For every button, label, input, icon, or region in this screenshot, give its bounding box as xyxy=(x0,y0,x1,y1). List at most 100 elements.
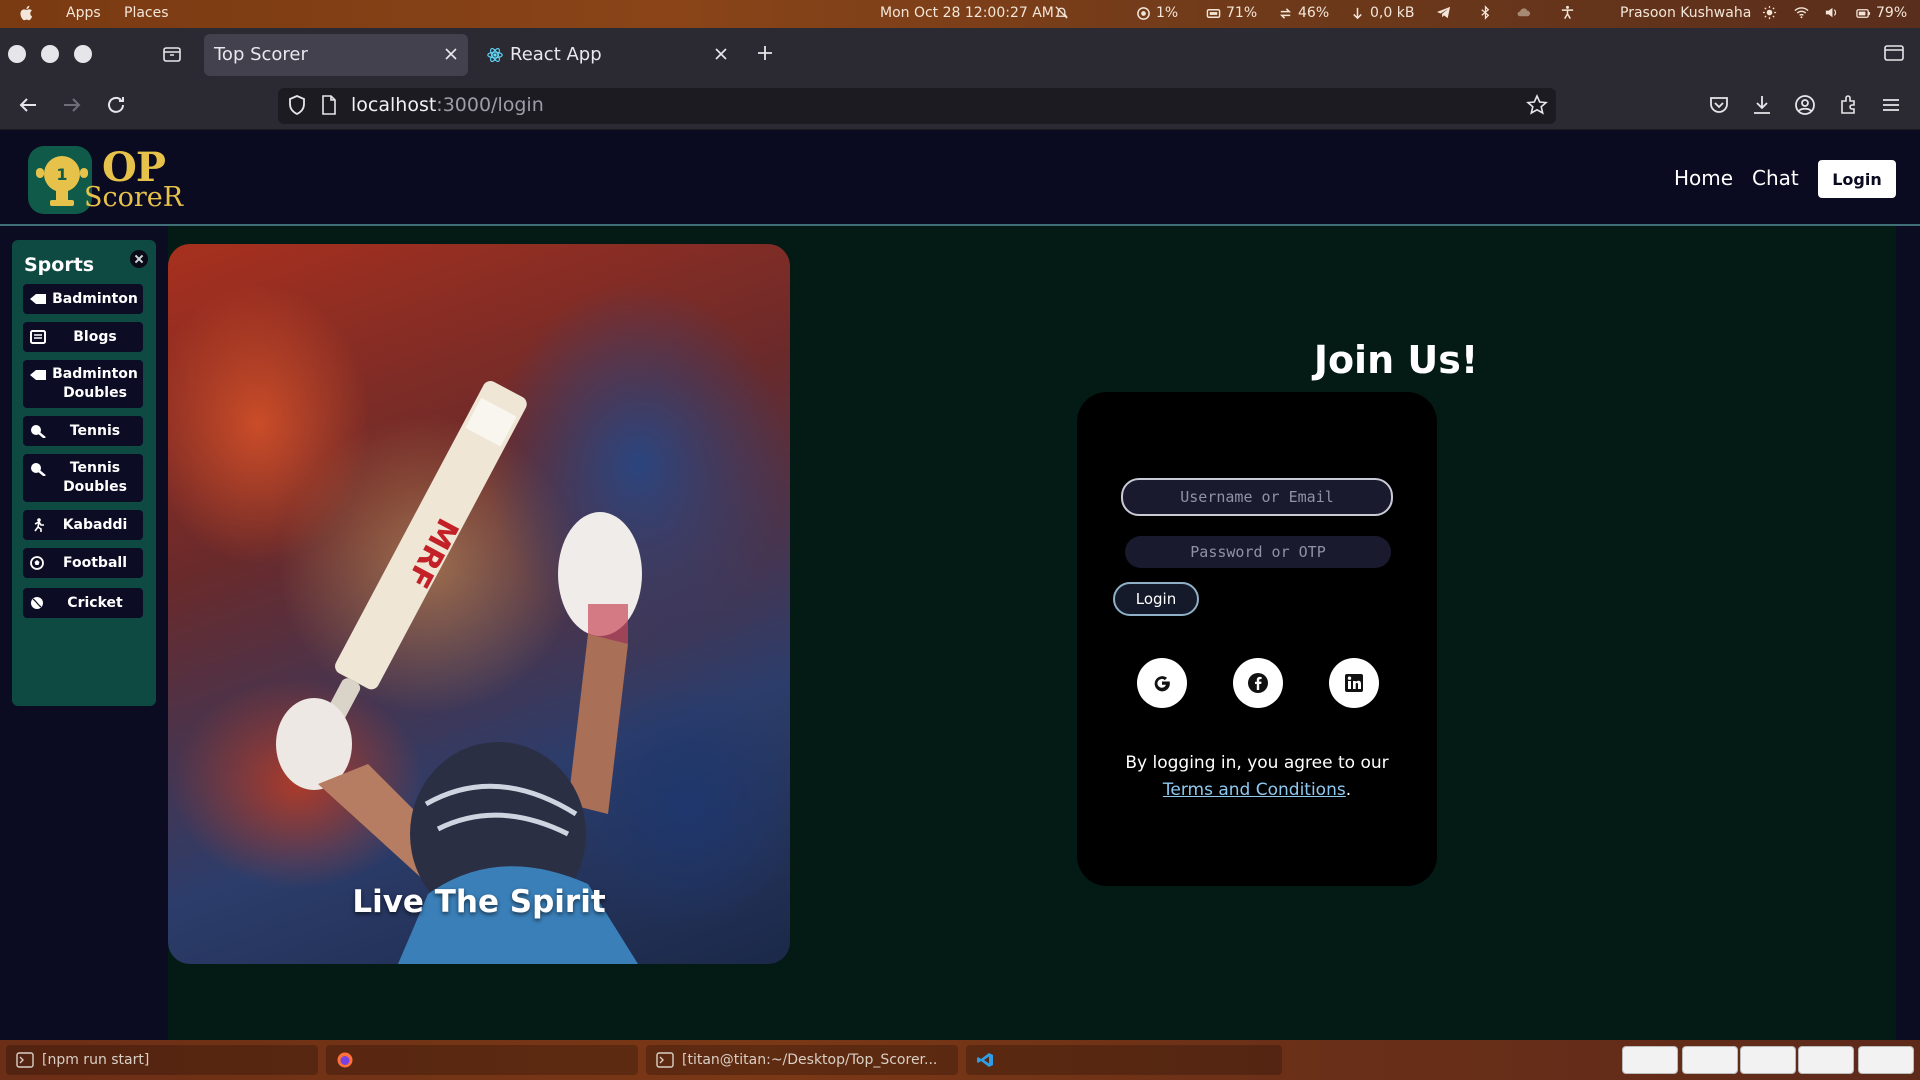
tab-top-scorer[interactable]: Top Scorer xyxy=(204,34,468,76)
google-login-button[interactable] xyxy=(1137,658,1187,708)
window-close-button[interactable] xyxy=(8,45,26,63)
apple-icon[interactable] xyxy=(18,4,36,22)
battery-indicator[interactable]: 79% xyxy=(1856,5,1907,21)
sidebar-title: Sports xyxy=(24,254,95,276)
new-tab-plus-icon[interactable] xyxy=(756,44,774,62)
cloud-icon[interactable] xyxy=(1516,5,1531,20)
password-input[interactable]: Password or OTP xyxy=(1125,536,1391,568)
bluetooth-icon[interactable] xyxy=(1478,5,1493,20)
os-top-bar: Apps Places Mon Oct 28 12:00:27 AM 1% 71… xyxy=(0,0,1920,28)
top-scorer-logo[interactable]: 1 OP ScoreR xyxy=(26,142,190,218)
accessibility-icon[interactable] xyxy=(1560,5,1575,20)
cpu-indicator: 1% xyxy=(1136,5,1178,21)
react-icon xyxy=(487,48,503,62)
taskbar-item-firefox[interactable] xyxy=(326,1045,638,1075)
terms-notice: By logging in, you agree to our Terms an… xyxy=(1077,750,1437,804)
swap-indicator: 46% xyxy=(1278,5,1329,21)
taskbar-item-vscode[interactable] xyxy=(966,1045,1282,1075)
terms-link[interactable]: Terms and Conditions xyxy=(1163,780,1346,800)
taskbar-item-terminal[interactable]: [titan@titan:~/Desktop/Top_Scorer... xyxy=(646,1045,958,1075)
battery-icon xyxy=(1856,8,1871,18)
sidebar-item-label: Football xyxy=(63,555,127,571)
sidebar-item-badminton-doubles[interactable]: Badminton Doubles xyxy=(23,360,143,408)
sidebar-item-tennis-doubles[interactable]: Tennis Doubles xyxy=(23,454,143,502)
nav-home-link[interactable]: Home xyxy=(1674,166,1733,190)
tab-list-icon[interactable] xyxy=(162,44,182,64)
sidebar-item-cricket[interactable]: Cricket xyxy=(23,588,143,618)
back-arrow-icon[interactable] xyxy=(17,94,39,116)
shield-icon[interactable] xyxy=(286,94,308,116)
login-submit-button[interactable]: Login xyxy=(1113,582,1199,616)
page-icon[interactable] xyxy=(318,94,340,116)
url-text[interactable]: localhost:3000/login xyxy=(351,94,544,116)
tab-react-app[interactable]: React App xyxy=(474,34,738,76)
facebook-login-button[interactable] xyxy=(1233,658,1283,708)
sidebar-item-label: Cricket xyxy=(67,595,123,611)
workspace-2[interactable] xyxy=(1682,1046,1738,1074)
reload-icon[interactable] xyxy=(105,94,127,116)
shuttlecock-icon xyxy=(30,370,46,380)
forward-arrow-icon[interactable] xyxy=(61,94,83,116)
swap-value: 46% xyxy=(1298,5,1330,21)
sidebar-item-badminton[interactable]: Badminton xyxy=(23,284,143,314)
menu-places[interactable]: Places xyxy=(124,5,169,21)
window-list-icon[interactable] xyxy=(1884,44,1904,62)
battery-value: 79% xyxy=(1876,5,1908,21)
clock[interactable]: Mon Oct 28 12:00:27 AM xyxy=(880,5,1054,21)
tab-title: React App xyxy=(510,44,602,65)
sidebar-item-label: Blogs xyxy=(73,329,117,345)
close-icon[interactable] xyxy=(444,47,458,61)
nav-chat-link[interactable]: Chat xyxy=(1752,166,1799,190)
tab-title: Top Scorer xyxy=(214,44,308,65)
sidebar-item-label: Tennis xyxy=(69,423,121,439)
workspace-4[interactable] xyxy=(1798,1046,1854,1074)
account-icon[interactable] xyxy=(1794,94,1816,116)
running-person-icon xyxy=(34,518,44,532)
app-header: 1 OP ScoreR Home Chat Login xyxy=(0,130,1920,226)
workspace-5[interactable] xyxy=(1858,1046,1914,1074)
telegram-icon[interactable] xyxy=(1436,5,1451,20)
window-minimize-button[interactable] xyxy=(41,45,59,63)
newspaper-icon xyxy=(30,330,46,344)
wifi-icon[interactable] xyxy=(1794,5,1809,20)
sidebar-item-football[interactable]: Football xyxy=(23,548,143,578)
linkedin-icon xyxy=(1345,674,1363,692)
user-name[interactable]: Prasoon Kushwaha xyxy=(1620,5,1751,21)
extensions-icon[interactable] xyxy=(1838,94,1860,116)
username-input[interactable]: Username or Email xyxy=(1121,478,1393,516)
bookmark-star-icon[interactable] xyxy=(1526,94,1548,116)
workspace-3[interactable] xyxy=(1740,1046,1796,1074)
pocket-icon[interactable] xyxy=(1708,94,1730,116)
svg-text:1: 1 xyxy=(56,165,67,184)
taskbar-item-npm[interactable]: [npm run start] xyxy=(6,1045,318,1075)
menu-apps[interactable]: Apps xyxy=(66,5,101,21)
vscode-icon xyxy=(977,1053,993,1067)
volume-icon[interactable] xyxy=(1824,5,1839,20)
os-taskbar: [npm run start] [titan@titan:~/Desktop/T… xyxy=(0,1040,1920,1080)
header-login-button[interactable]: Login xyxy=(1818,160,1896,198)
downloads-icon[interactable] xyxy=(1751,94,1773,116)
sidebar-item-kabaddi[interactable]: Kabaddi xyxy=(23,510,143,540)
cpu-icon xyxy=(1137,6,1150,20)
sidebar-close-icon[interactable] xyxy=(130,250,148,268)
url-host: localhost xyxy=(351,94,437,116)
notification-muted-icon[interactable] xyxy=(1054,5,1069,20)
login-card: Username or Email Password or OTP Login … xyxy=(1077,392,1437,886)
memory-indicator: 71% xyxy=(1206,5,1257,21)
linkedin-login-button[interactable] xyxy=(1329,658,1379,708)
window-maximize-button[interactable] xyxy=(74,45,92,63)
terminal-icon xyxy=(16,1052,34,1068)
cricketer-illustration: MRF xyxy=(276,381,642,964)
hamburger-menu-icon[interactable] xyxy=(1880,94,1902,116)
sidebar-item-tennis[interactable]: Tennis xyxy=(23,416,143,446)
sidebar-item-blogs[interactable]: Blogs xyxy=(23,322,143,352)
sidebar-item-label: Kabaddi xyxy=(62,517,128,533)
swap-icon xyxy=(1279,7,1292,19)
network-indicator: 0,0 kB xyxy=(1350,5,1414,21)
workspace-1[interactable] xyxy=(1622,1046,1678,1074)
facebook-icon xyxy=(1248,673,1268,693)
tennis-racket-icon xyxy=(31,463,46,476)
app-viewport: 1 OP ScoreR Home Chat Login Sports Badmi… xyxy=(0,130,1920,1040)
close-icon[interactable] xyxy=(714,47,728,61)
brightness-icon[interactable] xyxy=(1762,5,1777,20)
